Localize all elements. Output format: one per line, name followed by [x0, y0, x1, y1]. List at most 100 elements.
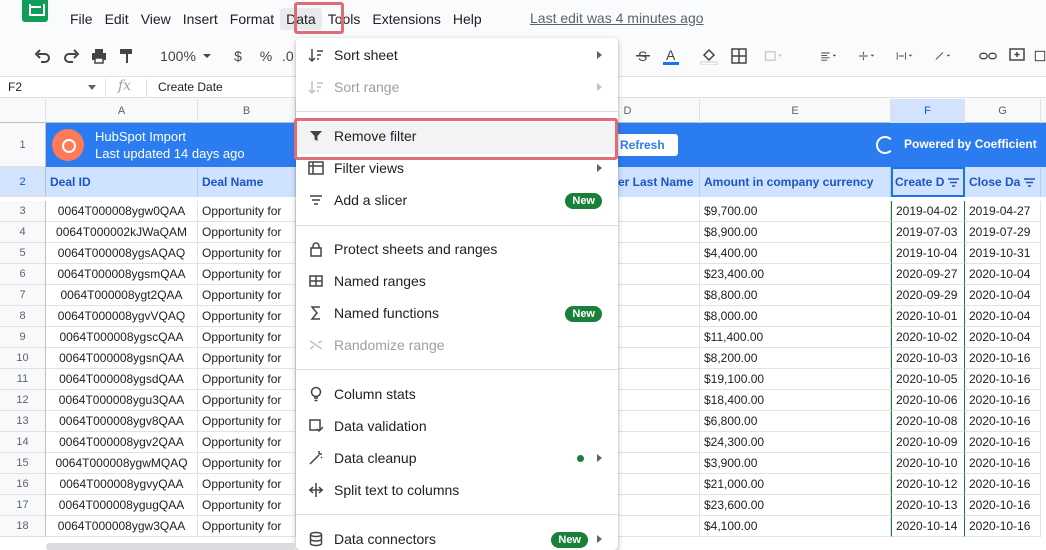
vertical-align-icon[interactable] [852, 46, 882, 66]
cell-deal-id[interactable]: 0064T000008ygw3QAA [46, 516, 198, 537]
cell-deal-id[interactable]: 0064T000008ygw0QAA [46, 201, 198, 222]
row-header[interactable]: 7 [0, 285, 46, 306]
cell-create-date[interactable]: 2020-10-12 [891, 474, 965, 495]
row-header[interactable]: 11 [0, 369, 46, 390]
menu-item-named-functions[interactable]: Named functions New [296, 297, 618, 329]
menu-format[interactable]: Format [224, 8, 280, 30]
cell-amount[interactable]: $11,400.00 [700, 327, 891, 348]
menu-item-data-connectors[interactable]: Data connectors New [296, 523, 618, 550]
cell-deal-id[interactable]: 0064T000008ygu3QAA [46, 390, 198, 411]
column-header-g[interactable]: G [965, 99, 1041, 123]
menu-item-protect[interactable]: Protect sheets and ranges [296, 233, 618, 265]
cell-deal-name[interactable]: Opportunity for [198, 285, 296, 306]
cell-deal-id[interactable]: 0064T000008ygscQAA [46, 327, 198, 348]
row-header[interactable]: 2 [0, 167, 46, 197]
print-icon[interactable] [90, 46, 108, 66]
menu-view[interactable]: View [135, 8, 177, 30]
insert-comment-icon[interactable] [1008, 46, 1026, 66]
row-header[interactable]: 15 [0, 453, 46, 474]
redo-icon[interactable] [62, 46, 80, 66]
row-header[interactable]: 14 [0, 432, 46, 453]
menu-item-column-stats[interactable]: Column stats [296, 378, 618, 410]
cell-deal-id[interactable]: 0064T000008ygvyQAA [46, 474, 198, 495]
menu-item-sort-sheet[interactable]: Sort sheet [296, 39, 618, 71]
row-header[interactable]: 18 [0, 516, 46, 537]
cell-close-date[interactable]: 2019-07-29 [965, 222, 1041, 243]
cell-deal-id[interactable]: 0064T000008ygsnQAA [46, 348, 198, 369]
merge-cells-icon[interactable] [760, 46, 786, 66]
header-owner-last-name[interactable]: er Last Name [618, 167, 700, 197]
cell-deal-name[interactable]: Opportunity for [198, 327, 296, 348]
cell-create-date[interactable]: 2020-10-01 [891, 306, 965, 327]
cell-close-date[interactable]: 2020-10-16 [965, 516, 1041, 537]
cell-create-date[interactable]: 2020-10-05 [891, 369, 965, 390]
row-header[interactable]: 1 [0, 123, 46, 167]
row-header[interactable]: 9 [0, 327, 46, 348]
cell-create-date[interactable]: 2020-09-27 [891, 264, 965, 285]
cell-amount[interactable]: $18,400.00 [700, 390, 891, 411]
refresh-button[interactable]: Refresh [612, 134, 678, 156]
strikethrough-icon[interactable]: S [634, 46, 652, 66]
cell-close-date[interactable]: 2020-10-16 [965, 453, 1041, 474]
column-header-e[interactable]: E [700, 99, 891, 123]
cell-deal-id[interactable]: 0064T000008ygugQAA [46, 495, 198, 516]
cell-amount[interactable]: $24,300.00 [700, 432, 891, 453]
decimal-format-button[interactable]: .0 [282, 46, 296, 66]
horizontal-align-icon[interactable] [814, 46, 844, 66]
cell-close-date[interactable]: 2020-10-16 [965, 411, 1041, 432]
cell-close-date[interactable]: 2020-10-16 [965, 369, 1041, 390]
row-header[interactable]: 12 [0, 390, 46, 411]
cell-create-date[interactable]: 2019-10-04 [891, 243, 965, 264]
cell-create-date[interactable]: 2019-07-03 [891, 222, 965, 243]
row-header[interactable]: 5 [0, 243, 46, 264]
zoom-caret-icon[interactable] [202, 46, 212, 66]
text-color-icon[interactable]: A [662, 46, 680, 66]
name-box[interactable]: F2 [8, 80, 22, 94]
cell-close-date[interactable]: 2020-10-04 [965, 306, 1041, 327]
cell-create-date[interactable]: 2020-10-09 [891, 432, 965, 453]
cell-close-date[interactable]: 2020-10-04 [965, 285, 1041, 306]
row-header[interactable]: 4 [0, 222, 46, 243]
cell-close-date[interactable]: 2020-10-16 [965, 432, 1041, 453]
cell-amount[interactable]: $3,900.00 [700, 453, 891, 474]
row-header[interactable]: 8 [0, 306, 46, 327]
cell-deal-name[interactable]: Opportunity for [198, 201, 296, 222]
cell-deal-name[interactable]: Opportunity for [198, 306, 296, 327]
cell-deal-id[interactable]: 0064T000008ygsAQAQ [46, 243, 198, 264]
cell-deal-id[interactable]: 0064T000008ygsmQAA [46, 264, 198, 285]
cell-deal-name[interactable]: Opportunity for [198, 390, 296, 411]
row-header[interactable]: 3 [0, 201, 46, 222]
cell-create-date[interactable]: 2020-10-06 [891, 390, 965, 411]
row-header[interactable]: 10 [0, 348, 46, 369]
fill-color-icon[interactable] [700, 46, 718, 66]
column-header-a[interactable]: A [46, 99, 198, 123]
cell-amount[interactable]: $8,000.00 [700, 306, 891, 327]
cell-close-date[interactable]: 2020-10-04 [965, 264, 1041, 285]
name-box-caret-icon[interactable] [88, 85, 96, 90]
row-header[interactable]: 16 [0, 474, 46, 495]
cell-deal-id[interactable]: 0064T000008ygwMQAQ [46, 453, 198, 474]
cell-amount[interactable]: $4,100.00 [700, 516, 891, 537]
cell-create-date[interactable]: 2020-10-08 [891, 411, 965, 432]
cell-deal-name[interactable]: Opportunity for [198, 243, 296, 264]
cell-deal-id[interactable]: 0064T000002kJWaQAM [46, 222, 198, 243]
text-wrap-icon[interactable] [890, 46, 920, 66]
cell-deal-name[interactable]: Opportunity for [198, 453, 296, 474]
select-all-corner[interactable] [0, 99, 46, 123]
cell-amount[interactable]: $4,400.00 [700, 243, 891, 264]
cell-amount[interactable]: $23,400.00 [700, 264, 891, 285]
cell-deal-name[interactable]: Opportunity for [198, 516, 296, 537]
undo-icon[interactable] [34, 46, 52, 66]
cell-create-date[interactable]: 2020-09-29 [891, 285, 965, 306]
cell-deal-name[interactable]: Opportunity for [198, 369, 296, 390]
menu-item-data-cleanup[interactable]: Data cleanup [296, 442, 618, 474]
row-header[interactable]: 13 [0, 411, 46, 432]
column-header-f[interactable]: F [891, 99, 965, 123]
text-rotation-icon[interactable] [928, 46, 958, 66]
cell-deal-name[interactable]: Opportunity for [198, 264, 296, 285]
cell-deal-id[interactable]: 0064T000008ygv8QAA [46, 411, 198, 432]
menu-insert[interactable]: Insert [177, 8, 224, 30]
cell-amount[interactable]: $21,000.00 [700, 474, 891, 495]
header-amount[interactable]: Amount in company currency [700, 167, 891, 197]
cell-create-date[interactable]: 2020-10-10 [891, 453, 965, 474]
